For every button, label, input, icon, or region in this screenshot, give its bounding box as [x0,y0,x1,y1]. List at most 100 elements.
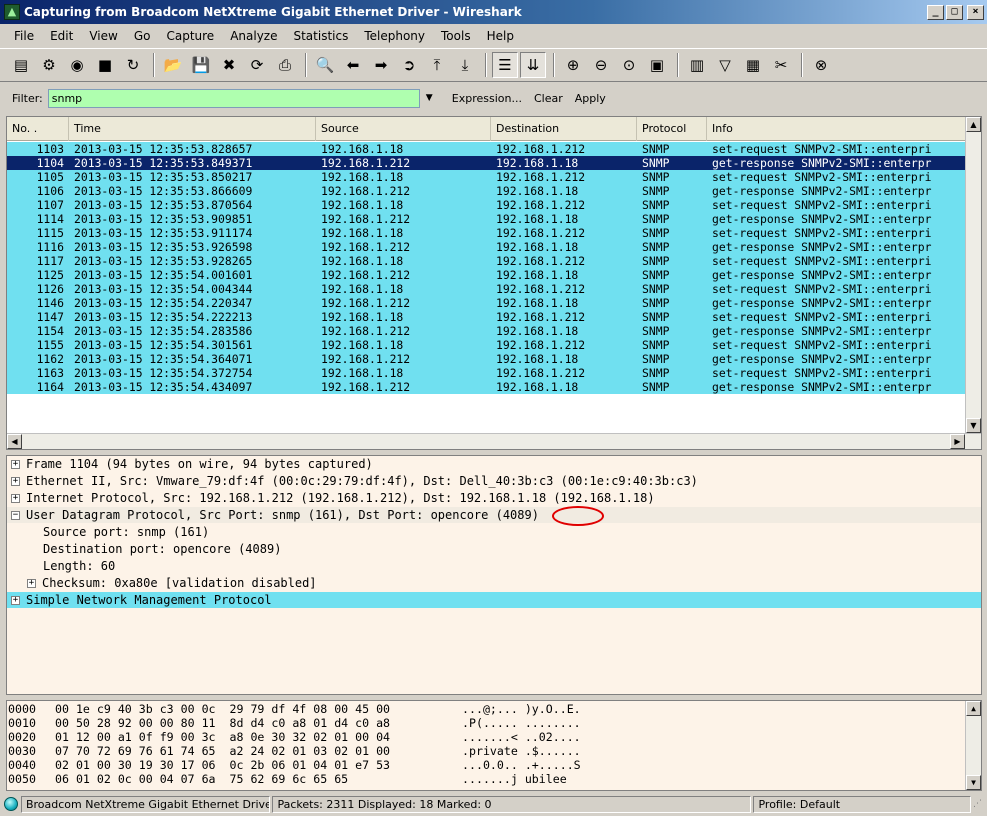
packet-list-horizontal-scrollbar[interactable]: ◀ ▶ [7,433,981,449]
expand-icon[interactable]: + [11,494,20,503]
column-header-info[interactable]: Info [707,117,967,141]
start-capture-icon[interactable]: ◉ [64,52,90,78]
packet-bytes-pane[interactable]: ▲ ▼ 0000 00 1e c9 40 3b c3 00 0c 29 79 df… [6,700,982,791]
menu-file[interactable]: File [6,29,42,43]
scroll-right-icon[interactable]: ▶ [950,434,965,449]
interfaces-icon[interactable]: ▤ [8,52,34,78]
display-filter-input[interactable] [47,88,420,108]
table-row[interactable]: 1162 2013-03-15 12:35:54.364071 192.168.1.… [7,352,967,366]
save-file-icon[interactable]: 💾 [188,52,214,78]
close-file-icon[interactable]: ✖ [216,52,242,78]
menu-capture[interactable]: Capture [158,29,222,43]
menu-go[interactable]: Go [126,29,159,43]
hex-row[interactable]: 0030 07 70 72 69 76 61 74 65 a2 24 02 01 … [7,744,965,758]
scroll-left-icon[interactable]: ◀ [7,434,22,449]
expand-icon[interactable]: + [11,477,20,486]
table-row[interactable]: 1155 2013-03-15 12:35:54.301561 192.168.1.… [7,338,967,352]
tree-item[interactable]: Length: 60 [7,558,115,574]
tree-item[interactable]: + Internet Protocol, Src: 192.168.1.212 (… [7,490,655,506]
menu-tools[interactable]: Tools [433,29,479,43]
menu-view[interactable]: View [81,29,125,43]
reload-icon[interactable]: ⟳ [244,52,270,78]
print-icon[interactable]: ⎙ [272,52,298,78]
packet-list-vertical-scrollbar[interactable]: ▲ ▼ [965,117,981,433]
hex-row[interactable]: 0020 01 12 00 a1 0f f9 00 3c a8 0e 30 32 … [7,730,965,744]
find-packet-icon[interactable]: 🔍 [312,52,338,78]
tree-item[interactable]: + Simple Network Management Protocol [7,592,981,608]
menu-analyze[interactable]: Analyze [222,29,285,43]
table-row[interactable]: 1115 2013-03-15 12:35:53.911174 192.168.1.… [7,226,967,240]
restart-capture-icon[interactable]: ↻ [120,52,146,78]
capture-options-icon[interactable]: ⚙ [36,52,62,78]
display-filters-icon[interactable]: ▽ [712,52,738,78]
scroll-up-icon[interactable]: ▲ [966,117,981,132]
help-icon[interactable]: ⊗ [808,52,834,78]
go-forward-icon[interactable]: ➡ [368,52,394,78]
stop-capture-icon[interactable]: ■ [92,52,118,78]
table-row[interactable]: 1154 2013-03-15 12:35:54.283586 192.168.1.… [7,324,967,338]
expand-icon[interactable]: + [11,460,20,469]
table-row[interactable]: 1106 2013-03-15 12:35:53.866609 192.168.1.… [7,184,967,198]
hex-row[interactable]: 0050 06 01 02 0c 00 04 07 6a 75 62 69 6c … [7,772,965,786]
packet-details-pane[interactable]: + Simple Network Management Protocol + Chec… [6,455,982,695]
packet-list-pane[interactable]: No. . Time Source Destination Protocol I… [6,116,982,450]
table-row[interactable]: 1146 2013-03-15 12:35:54.220347 192.168.1.… [7,296,967,310]
zoom-in-icon[interactable]: ⊕ [560,52,586,78]
bytes-scroll-up-icon[interactable]: ▲ [966,701,981,716]
preferences-icon[interactable]: ✂ [768,52,794,78]
table-row[interactable]: 1163 2013-03-15 12:35:54.372754 192.168.1.… [7,366,967,380]
column-header-source[interactable]: Source [316,117,491,141]
maximize-button[interactable]: □ [946,4,963,20]
tree-item[interactable]: + Frame 1104 (94 bytes on wire, 94 bytes … [7,456,373,472]
tree-item[interactable]: + Checksum: 0xa80e [validation disabled] [7,575,317,591]
table-row[interactable]: 1103 2013-03-15 12:35:53.828657 192.168.1.… [7,142,967,156]
minimize-button[interactable]: _ [927,4,944,20]
hex-row[interactable]: 0000 00 1e c9 40 3b c3 00 0c 29 79 df 4f … [7,702,965,716]
collapse-icon[interactable]: − [11,511,20,520]
table-row[interactable]: 1107 2013-03-15 12:35:53.870564 192.168.1.… [7,198,967,212]
table-row[interactable]: 1104 2013-03-15 12:35:53.849371 192.168.1.… [7,156,967,170]
filter-dropdown-icon[interactable]: ▼ [426,93,440,103]
hex-row[interactable]: 0010 00 50 28 92 00 00 80 11 8d d4 c0 a8 … [7,716,965,730]
column-header-no[interactable]: No. . [7,117,69,141]
table-row[interactable]: 1164 2013-03-15 12:35:54.434097 192.168.1.… [7,380,967,394]
table-row[interactable]: 1125 2013-03-15 12:35:54.001601 192.168.1.… [7,268,967,282]
expand-icon[interactable]: + [11,596,20,605]
tree-item[interactable]: Destination port: opencore (4089) [7,541,281,557]
capture-filters-icon[interactable]: ▥ [684,52,710,78]
table-row[interactable]: 1117 2013-03-15 12:35:53.928265 192.168.1.… [7,254,967,268]
colorize-icon[interactable]: ☰ [492,52,518,78]
title-bar[interactable]: ▲ Capturing from Broadcom NetXtreme Giga… [0,0,987,24]
auto-scroll-icon[interactable]: ⇊ [520,52,546,78]
table-row[interactable]: 1114 2013-03-15 12:35:53.909851 192.168.1.… [7,212,967,226]
status-profile[interactable]: Profile: Default [753,795,972,813]
apply-button[interactable]: Apply [575,92,606,105]
hex-row[interactable]: 0040 02 01 00 30 19 30 17 06 0c 2b 06 01 … [7,758,965,772]
menu-telephony[interactable]: Telephony [356,29,433,43]
menu-statistics[interactable]: Statistics [285,29,356,43]
capture-status-icon[interactable] [4,797,18,811]
close-button[interactable]: × [967,4,984,20]
column-header-time[interactable]: Time [69,117,316,141]
normal-size-icon[interactable]: ⊙ [616,52,642,78]
table-row[interactable]: 1116 2013-03-15 12:35:53.926598 192.168.1.… [7,240,967,254]
menu-help[interactable]: Help [479,29,522,43]
menu-edit[interactable]: Edit [42,29,81,43]
tree-item[interactable]: Source port: snmp (161) [7,524,209,540]
open-file-icon[interactable]: 📂 [160,52,186,78]
tree-item[interactable]: − User Datagram Protocol, Src Port: snmp … [7,507,981,523]
bytes-scroll-down-icon[interactable]: ▼ [966,775,981,790]
resize-columns-icon[interactable]: ▣ [644,52,670,78]
clear-button[interactable]: Clear [534,92,563,105]
go-to-packet-icon[interactable]: ➲ [396,52,422,78]
go-back-icon[interactable]: ⬅ [340,52,366,78]
table-row[interactable]: 1147 2013-03-15 12:35:54.222213 192.168.1.… [7,310,967,324]
bytes-vertical-scrollbar[interactable]: ▲ ▼ [965,701,981,790]
zoom-out-icon[interactable]: ⊖ [588,52,614,78]
resize-grip-icon[interactable]: ⋰ [973,797,987,811]
column-header-destination[interactable]: Destination [491,117,637,141]
scroll-down-icon[interactable]: ▼ [966,418,981,433]
go-first-icon[interactable]: ⤒ [424,52,450,78]
table-row[interactable]: 1126 2013-03-15 12:35:54.004344 192.168.1.… [7,282,967,296]
expand-icon[interactable]: + [27,579,36,588]
